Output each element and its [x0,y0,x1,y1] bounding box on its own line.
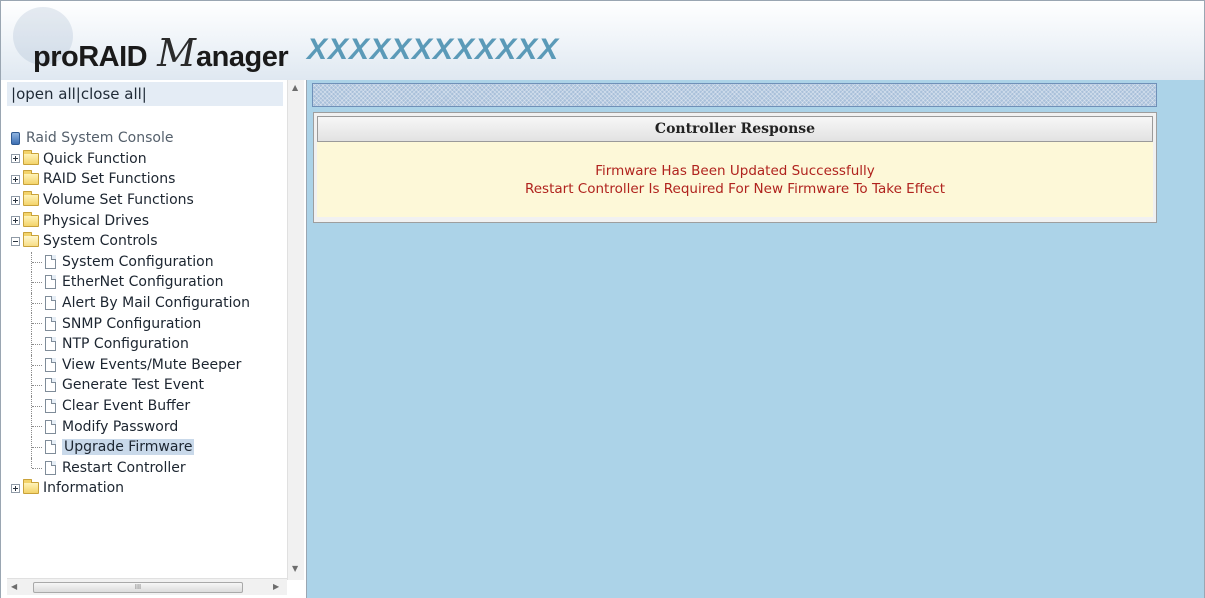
tree-item-label: EtherNet Configuration [62,274,224,291]
vertical-scrollbar[interactable]: ▲ ▼ [287,80,304,580]
scroll-down-icon[interactable]: ▼ [292,564,298,573]
scroll-left-icon[interactable]: ◀ [11,582,17,591]
expand-plus-icon[interactable] [11,195,20,205]
folder-icon [23,479,39,495]
tree-line [32,364,42,366]
tree-item-clear-event-buffer[interactable]: Clear Event Buffer [11,395,283,417]
tree-line [32,323,42,325]
scrollbar-thumb[interactable]: III [33,582,243,593]
tree-line [32,467,42,469]
logo-text-m: M [157,31,197,75]
content-title-bar [312,83,1157,107]
tree-root[interactable]: Raid System Console [11,128,283,149]
tree-item-label: System Configuration [62,253,214,270]
tree-item-label: View Events/Mute Beeper [62,356,242,373]
tree-item-label: SNMP Configuration [62,315,202,332]
tree-line [32,343,42,345]
tree-folder-label: Information [43,480,125,497]
folder-icon [23,170,39,186]
logo-text-suffix: anager [196,41,289,73]
tree-folder-physical-drives[interactable]: Physical Drives [11,210,283,231]
tree-item-alert-by-mail-configuration[interactable]: Alert By Mail Configuration [11,292,283,314]
close-all-link[interactable]: close all [81,85,142,103]
response-message-line: Restart Controller Is Required For New F… [524,181,946,197]
response-message-line: Firmware Has Been Updated Successfully [595,163,875,179]
tree-item-label: NTP Configuration [62,336,189,353]
app-header: proRAID Manager XXXXXXXXXXXX [0,0,1205,80]
tree-folder-information[interactable]: Information [11,478,283,499]
folder-icon [23,191,39,207]
logo-text-prefix: proRAID [33,41,148,73]
content-pane: Controller Response Firmware Has Been Up… [307,80,1205,598]
open-all-link[interactable]: open all [16,85,76,103]
tree-folder-raid-set-functions[interactable]: RAID Set Functions [11,169,283,190]
tree-item-generate-test-event[interactable]: Generate Test Event [11,375,283,396]
tree-folder-label: Volume Set Functions [43,192,194,209]
open-folder-icon [23,232,39,248]
tree-folder-label: Physical Drives [43,212,150,229]
separator: | [141,85,147,103]
tree-item-upgrade-firmware[interactable]: Upgrade Firmware [11,436,283,458]
panel-title: Controller Response [317,116,1153,142]
tree-item-label: Modify Password [62,418,179,435]
tree-folder-label: System Controls [43,233,158,250]
tree-item-snmp-configuration[interactable]: SNMP Configuration [11,313,283,334]
expand-plus-icon[interactable] [11,174,20,184]
model-name: XXXXXXXXXXXX [307,33,560,66]
tree-item-label: Restart Controller [62,459,186,476]
tree-item-label: Alert By Mail Configuration [62,295,250,312]
page-icon [45,316,56,331]
page-icon [45,275,56,290]
tree-item-restart-controller[interactable]: Restart Controller [11,457,283,479]
tree-root-label: Raid System Console [26,130,174,147]
tree-line [32,385,42,387]
tree-line [32,405,42,407]
tree-toggle-bar: |open all|close all| [7,82,283,106]
controller-response-panel: Controller Response Firmware Has Been Up… [313,112,1157,223]
tree-line [32,261,42,263]
tree-line [32,282,42,284]
page-icon [45,399,56,414]
tree-item-view-events[interactable]: View Events/Mute Beeper [11,354,283,376]
page-icon [45,419,56,434]
tree-folder-label: Quick Function [43,150,147,167]
tree-folder-system-controls[interactable]: System Controls [11,231,283,252]
horizontal-scrollbar[interactable]: ◀ III ▶ [7,578,287,595]
tree-line [31,457,32,468]
tree-item-label-selected: Upgrade Firmware [62,439,195,456]
expand-plus-icon[interactable] [11,483,20,493]
tree-folder-quick-function[interactable]: Quick Function [11,149,283,170]
scroll-up-icon[interactable]: ▲ [292,83,298,92]
tree-item-label: Generate Test Event [62,377,204,394]
navigation-pane: |open all|close all| Raid System Console… [0,80,307,598]
tree-item-modify-password[interactable]: Modify Password [11,416,283,437]
expand-plus-icon[interactable] [11,154,20,164]
page-icon [45,254,56,269]
tree-line [32,446,42,448]
tree-item-ntp-configuration[interactable]: NTP Configuration [11,333,283,355]
page-icon [45,357,56,372]
tree-item-label: Clear Event Buffer [62,398,191,415]
response-message: Firmware Has Been Updated Successfully R… [317,142,1153,217]
tree-folder-label: RAID Set Functions [43,171,176,188]
folder-icon [23,149,39,165]
navigation-tree: Raid System Console Quick Function RAID … [11,128,283,499]
tree-item-ethernet-configuration[interactable]: EtherNet Configuration [11,272,283,293]
page-icon [45,440,56,455]
scroll-right-icon[interactable]: ▶ [273,582,279,591]
page-icon [45,378,56,393]
page-icon [45,337,56,352]
computer-icon [11,131,20,145]
tree-line [32,426,42,428]
page-icon [45,460,56,475]
collapse-minus-icon[interactable] [11,236,20,246]
tree-line [32,302,42,304]
expand-plus-icon[interactable] [11,216,20,226]
page-icon [45,296,56,311]
app-logo: proRAID Manager [33,31,289,75]
folder-icon [23,211,39,227]
tree-folder-volume-set-functions[interactable]: Volume Set Functions [11,190,283,211]
tree-item-system-configuration[interactable]: System Configuration [11,251,283,273]
